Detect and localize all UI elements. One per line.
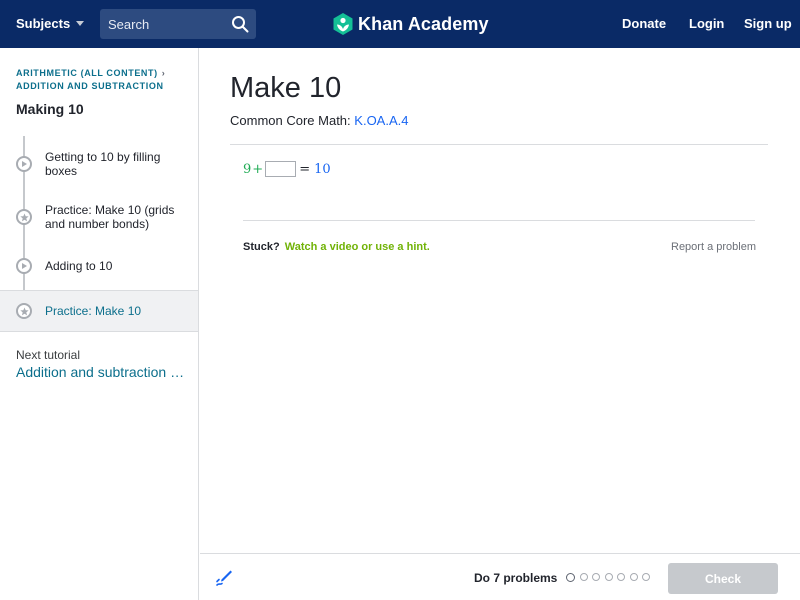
addend: 9 [243,161,252,177]
next-tutorial-label: Next tutorial [16,348,81,362]
sidebar-item-label: Adding to 10 [45,259,113,273]
problem-count-label: Do 7 problems [474,571,558,585]
equals-sign: = [299,161,311,177]
answer-input[interactable] [265,161,297,177]
sidebar-item-label: Getting to 10 by filling boxes [45,150,161,178]
sum: 10 [314,161,331,177]
breadcrumb-item[interactable]: ARITHMETIC (ALL CONTENT) › [16,67,165,80]
progress-dot [604,573,613,581]
sidebar-item-adding-to-10[interactable]: Adding to 10 [0,242,198,290]
page-title: Make 10 [230,72,342,104]
progress-dot [617,573,625,581]
login-link[interactable]: Login [689,16,724,31]
hint-link[interactable]: Watch a video or use a hint. [285,241,430,253]
play-icon [16,156,32,172]
breadcrumb: ARITHMETIC (ALL CONTENT) › ADDITION AND S… [16,67,165,93]
problem-equation: 9 + = 10 [243,161,331,177]
report-problem-link[interactable]: Report a problem [671,241,756,253]
check-button[interactable]: Check [668,563,778,594]
search-icon[interactable] [231,15,249,33]
sidebar-item-practice-grids[interactable]: Practice: Make 10 (grids and number bond… [0,192,198,242]
divider [230,144,768,145]
chevron-right-icon: › [161,68,166,78]
progress-dot [592,573,600,581]
chevron-down-icon [76,21,85,26]
scratchpad-pencil-icon[interactable] [214,568,234,588]
next-tutorial-link[interactable]: Addition and subtraction w... [16,364,186,380]
progress-dot [642,573,650,581]
subjects-menu-button[interactable]: Subjects [16,16,85,31]
progress-dot [579,573,588,581]
star-icon [16,209,32,225]
search-box [100,9,256,39]
donate-link[interactable]: Donate [622,16,666,31]
sidebar-item-label: Practice: Make 10 [45,304,142,318]
tutorial-items: Getting to 10 by filling boxes Practice:… [0,136,198,332]
sidebar-item-label: Practice: Make 10 (grids and number bond… [45,203,175,231]
standard-link[interactable]: K.OA.A.4 [354,113,408,128]
hint-prompt: Stuck? Watch a video or use a hint. [243,241,430,253]
standard-prefix: Common Core Math: [230,113,351,128]
progress-dot [566,572,575,582]
plus-sign: + [252,161,264,177]
common-core-standard: Common Core Math: K.OA.A.4 [230,113,408,128]
divider [243,220,755,221]
tutorial-title: Making 10 [16,101,84,117]
sidebar-item-practice-make-10[interactable]: Practice: Make 10 [0,290,198,332]
khan-academy-logo[interactable]: Khan Academy [332,12,489,36]
sidebar-item-getting-to-10[interactable]: Getting to 10 by filling boxes [0,136,198,192]
khan-logo-icon [333,13,353,35]
tutorial-sidebar: ARITHMETIC (ALL CONTENT) › ADDITION AND S… [0,48,199,600]
logo-text: Khan Academy [358,13,489,34]
exercise-area: Make 10 Common Core Math: K.OA.A.4 9 + =… [200,48,800,552]
play-icon [16,258,32,274]
progress-dots [566,572,655,582]
exercise-footer: Do 7 problems Check [200,553,800,600]
signup-link[interactable]: Sign up [744,16,792,31]
stuck-label: Stuck? [243,241,280,253]
top-nav: Subjects Khan Academy Donate Login Sign … [0,0,800,48]
star-icon [16,303,32,319]
subjects-label: Subjects [16,16,71,31]
progress-dot [629,573,638,581]
breadcrumb-item[interactable]: ADDITION AND SUBTRACTION [16,80,165,93]
search-input[interactable] [100,9,230,39]
